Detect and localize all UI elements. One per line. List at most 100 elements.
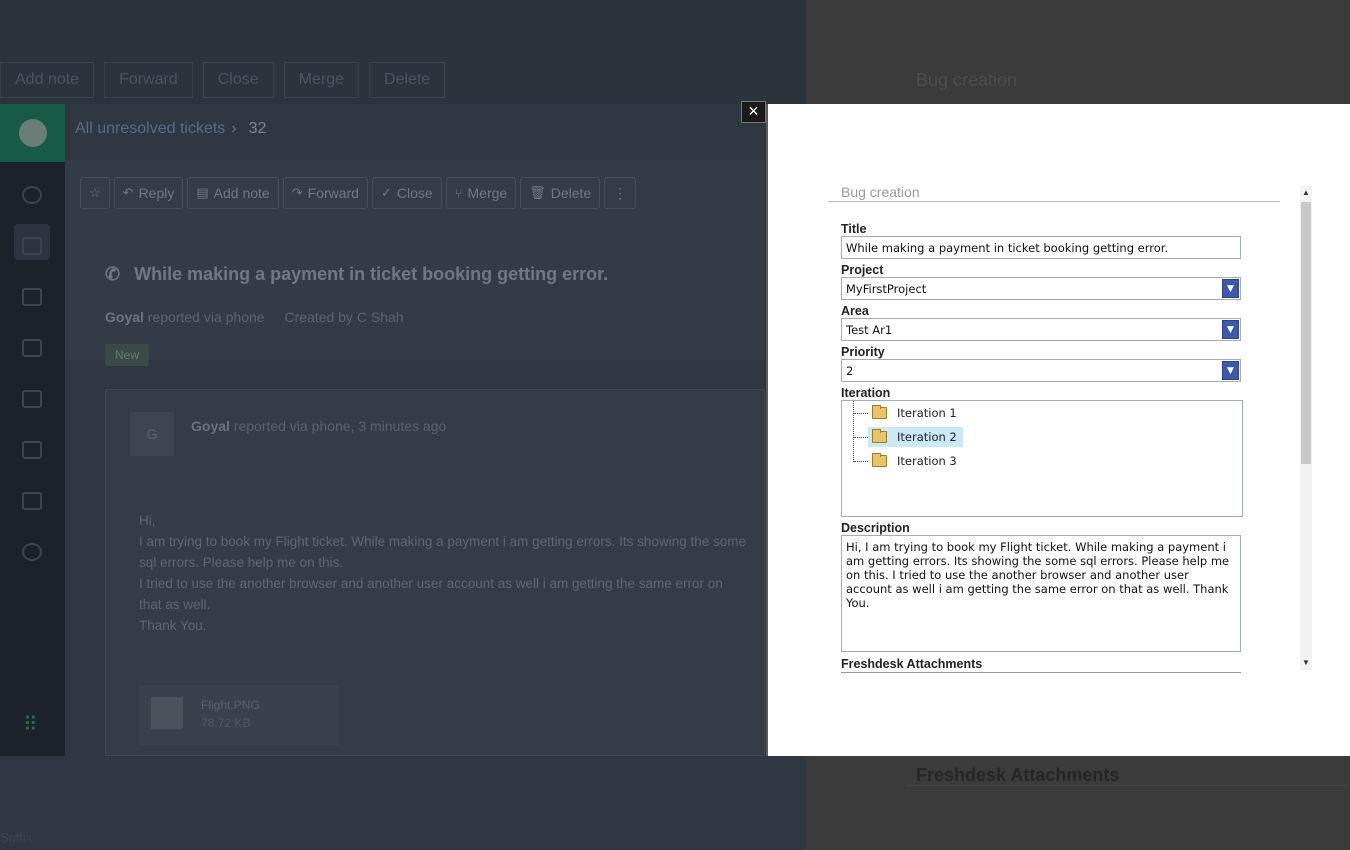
settings-icon[interactable]	[22, 543, 42, 561]
add-note-button[interactable]: ▤ Add note	[187, 177, 279, 209]
freshdesk-logo	[0, 104, 65, 162]
bg-add-note-button: Add note	[0, 62, 95, 98]
bg-bug-creation-title: Bug creation	[916, 70, 1018, 90]
bg-close-button: Close	[202, 62, 274, 98]
project-select[interactable]: MyFirstProject ▼	[841, 277, 1241, 300]
message-timestamp: reported via phone, 3 minutes ago	[233, 418, 447, 434]
message-line: Hi,	[139, 513, 156, 528]
breadcrumb-link[interactable]: All unresolved tickets	[75, 120, 225, 137]
forums-icon[interactable]	[22, 390, 42, 408]
star-button[interactable]: ☆	[80, 177, 110, 209]
folder-icon	[872, 429, 887, 443]
phone-icon: ✆	[105, 264, 121, 284]
area-label: Area	[841, 304, 869, 318]
modal-close-button[interactable]: ×	[741, 101, 766, 123]
contacts-icon[interactable]	[22, 288, 42, 306]
background-top-toolbar: Add note Forward Close Merge Delete	[0, 62, 446, 98]
priority-select[interactable]: 2 ▼	[841, 359, 1241, 382]
description-label: Description	[841, 521, 910, 535]
iteration-label: Iteration	[841, 386, 891, 400]
scroll-up-arrow-icon[interactable]: ▲	[1300, 186, 1312, 200]
ticket-main: All unresolved tickets › 32 ☆ ↶ Reply ▤ Add …	[65, 104, 765, 756]
reports-icon[interactable]	[22, 492, 42, 510]
merge-label: Merge	[467, 185, 508, 201]
tickets-icon[interactable]	[22, 237, 42, 255]
dropdown-arrow-icon[interactable]: ▼	[1222, 361, 1239, 380]
bg-merge-button: Merge	[283, 62, 360, 98]
form-scrollbar[interactable]: ▲ ▼	[1300, 186, 1312, 670]
bg-delete-button: Delete	[369, 62, 446, 98]
ticket-subject: ✆ While making a payment in ticket booki…	[105, 264, 608, 285]
bug-form: Title Project MyFirstProject ▼ Area Test…	[841, 222, 1243, 673]
merge-button[interactable]: ⑂ Merge	[445, 177, 517, 209]
ticket-subject-text: While making a payment in ticket booking…	[134, 264, 609, 284]
scrollbar-thumb[interactable]	[1301, 202, 1311, 464]
tree-node-label: Iteration 3	[897, 454, 957, 468]
check-circle-icon: ✓	[380, 185, 392, 200]
attachment-card[interactable]: Flight.PNG 78.72 KB	[139, 685, 339, 745]
breadcrumb: All unresolved tickets › 32	[75, 120, 266, 138]
priority-value: 2	[846, 364, 854, 378]
description-textarea[interactable]: Hi, I am trying to book my Flight ticket…	[841, 535, 1241, 652]
more-button[interactable]: ⋮	[604, 177, 637, 209]
modal-title: Bug creation	[841, 184, 920, 200]
close-label: Close	[396, 185, 433, 201]
scroll-down-arrow-icon[interactable]: ▼	[1300, 656, 1312, 670]
apps-grid-icon[interactable]: ⠿	[23, 712, 39, 737]
reply-button[interactable]: ↶ Reply	[113, 177, 184, 209]
message-line: I tried to use the another browser and a…	[139, 576, 723, 612]
area-value: Test Ar1	[846, 323, 893, 337]
close-ticket-button[interactable]: ✓ Close	[371, 177, 442, 209]
message-author: Goyal	[191, 418, 230, 434]
forward-label: Forward	[307, 185, 359, 201]
attachments-label: Freshdesk Attachments	[841, 657, 1241, 673]
attachment-size: 78.72 KB	[201, 716, 251, 730]
tree-node-iteration-2[interactable]: Iteration 2	[854, 426, 963, 448]
status-badge: New	[105, 344, 150, 366]
ticket-toolbar: ☆ ↶ Reply ▤ Add note ↷ Forward ✓ Close ⑂ Merg…	[80, 177, 637, 209]
ticket-number: 32	[248, 120, 267, 137]
folder-icon	[872, 405, 887, 419]
attachment-name: Flight.PNG	[201, 698, 260, 712]
area-select[interactable]: Test Ar1 ▼	[841, 318, 1241, 341]
forward-icon: ↷	[291, 185, 303, 200]
tree-node-iteration-3[interactable]: Iteration 3	[854, 450, 961, 472]
headset-icon	[18, 119, 47, 147]
dropdown-arrow-icon[interactable]: ▼	[1222, 320, 1239, 339]
chevron-right-icon: ›	[231, 120, 237, 137]
iteration-tree: Iteration 1 Iteration 2 Iteration 3	[841, 400, 1243, 517]
project-label: Project	[841, 263, 884, 277]
ticket-meta: Goyal reported via phone Created by C Sh…	[105, 309, 404, 325]
avatar: G	[130, 412, 174, 456]
background-top-bar: Add note Forward Close Merge Delete	[0, 0, 806, 104]
app-sidebar: ⠿	[0, 104, 65, 756]
bg-attachments-label: Freshdesk Attachments	[916, 765, 1120, 785]
conversation-message: G Goyal reported via phone, 3 minutes ag…	[105, 389, 765, 756]
tree-node-label: Iteration 2	[897, 430, 957, 444]
dropdown-arrow-icon[interactable]: ▼	[1222, 279, 1239, 298]
add-note-label: Add note	[213, 185, 270, 201]
bottom-ghost-text: Suffix	[0, 830, 33, 845]
star-icon: ☆	[89, 185, 101, 200]
image-file-icon	[151, 697, 183, 729]
solutions-icon[interactable]	[22, 339, 42, 357]
tree-node-iteration-1[interactable]: Iteration 1	[854, 402, 961, 424]
delete-label: Delete	[550, 185, 592, 201]
more-vertical-icon: ⋮	[613, 184, 628, 201]
delete-button[interactable]: 🗑 Delete	[520, 177, 601, 209]
note-icon: ▤	[196, 185, 209, 200]
requester-name[interactable]: Goyal	[105, 309, 144, 325]
folder-icon	[872, 453, 887, 467]
forward-button[interactable]: ↷ Forward	[282, 177, 368, 209]
social-icon[interactable]	[22, 441, 42, 459]
message-line: Thank You.	[139, 618, 207, 633]
reply-icon: ↶	[122, 185, 134, 200]
title-input[interactable]	[841, 236, 1241, 259]
created-by: Created by C Shah	[284, 309, 404, 325]
reply-label: Reply	[138, 185, 175, 201]
tree-node-label: Iteration 1	[897, 406, 957, 420]
trash-icon: 🗑	[529, 185, 546, 200]
message-line: I am trying to book my Flight ticket. Wh…	[139, 534, 746, 570]
dashboard-icon[interactable]	[22, 186, 42, 204]
message-meta: Goyal reported via phone, 3 minutes ago	[191, 418, 446, 434]
